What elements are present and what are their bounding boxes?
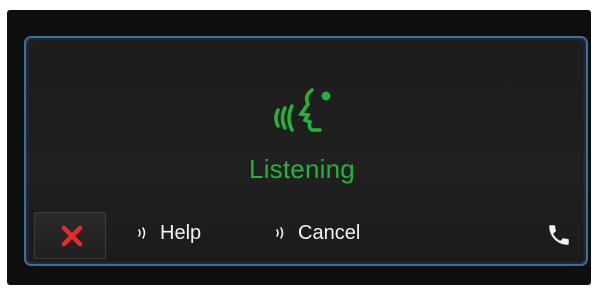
phone-button[interactable] (546, 222, 572, 248)
voice-recognition-icon (268, 82, 340, 140)
phone-icon (549, 225, 569, 245)
listening-status: Listening (249, 154, 355, 184)
close-icon (61, 225, 83, 247)
close-button[interactable] (34, 212, 106, 259)
help-label: Help (160, 221, 202, 244)
cancel-label: Cancel (298, 221, 361, 244)
speaker-wave-icon (276, 227, 284, 239)
cancel-command[interactable]: Cancel (274, 218, 360, 248)
speaker-wave-icon (138, 227, 146, 239)
help-command[interactable]: Help (136, 218, 201, 248)
